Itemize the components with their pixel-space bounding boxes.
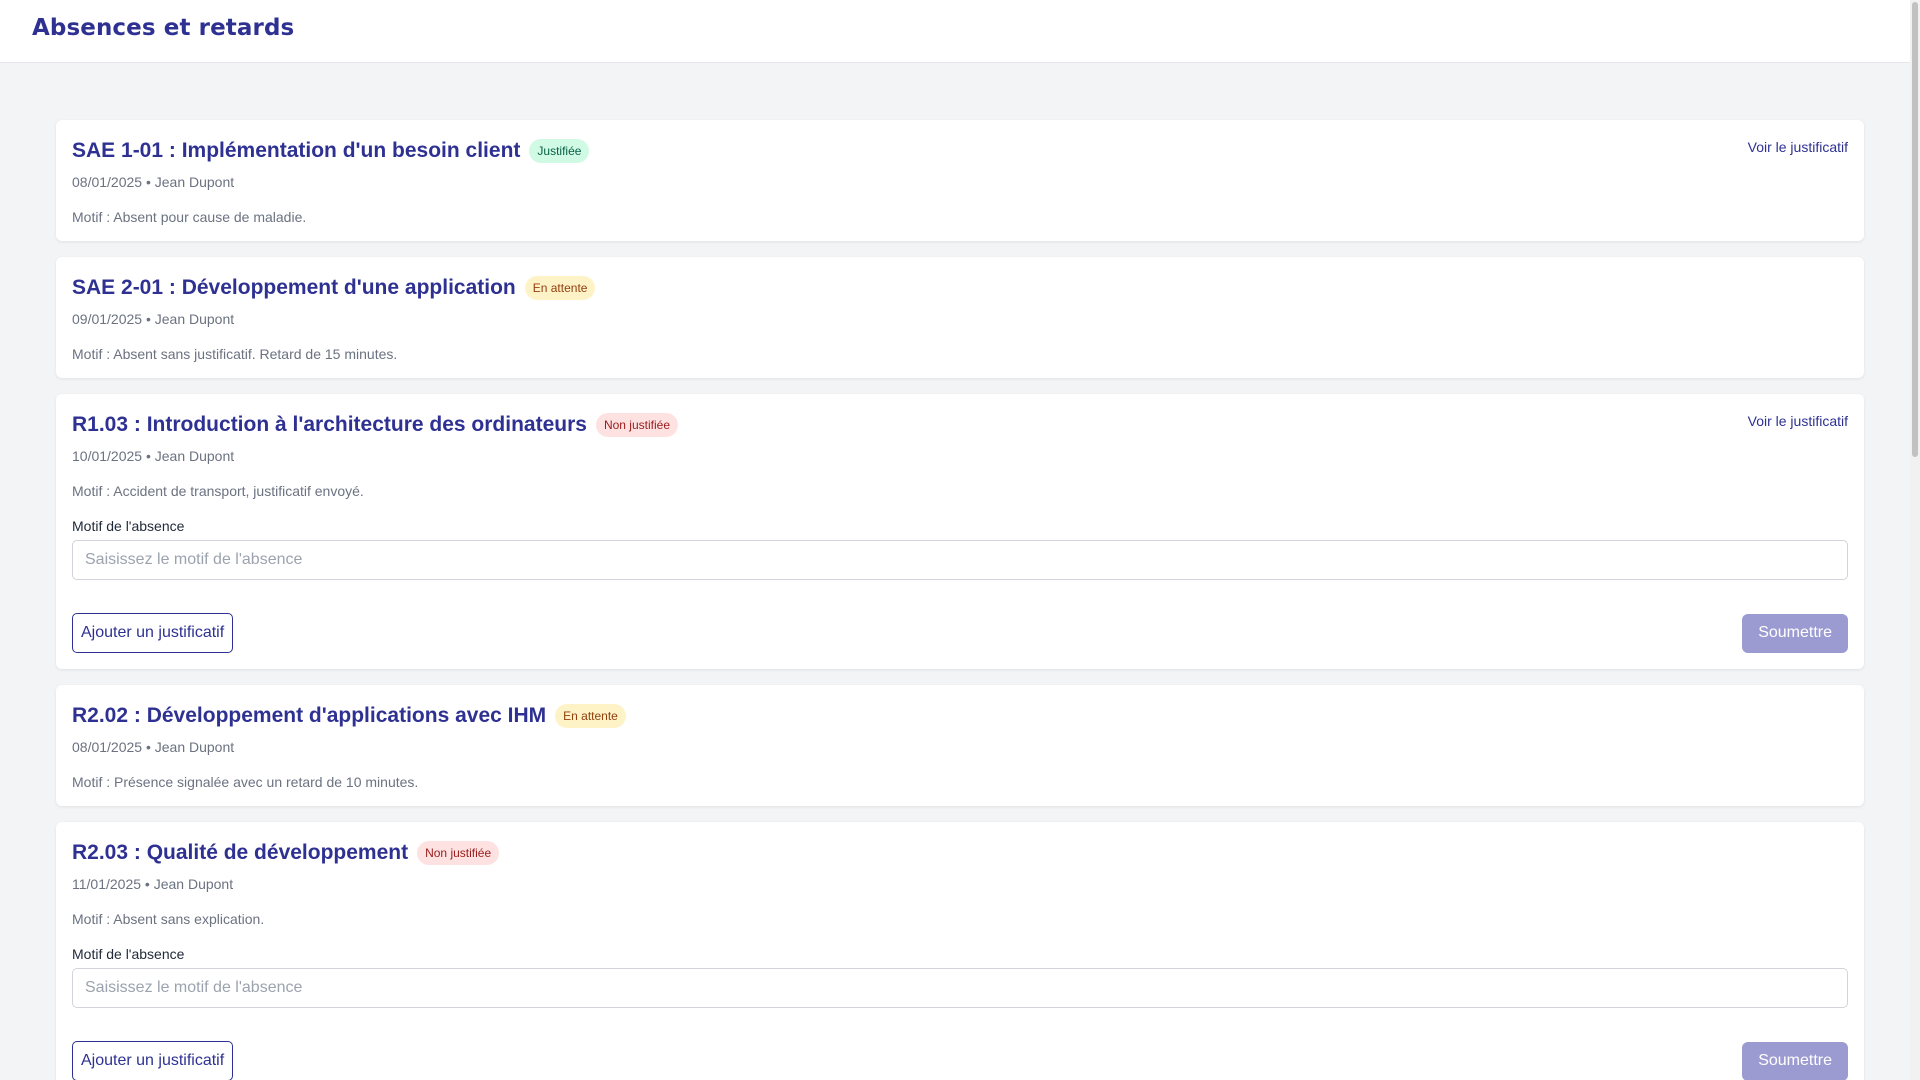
absence-card: R1.03 : Introduction à l'architecture de… xyxy=(56,394,1864,669)
card-header: R1.03 : Introduction à l'architecture de… xyxy=(72,410,1848,440)
status-badge: En attente xyxy=(555,704,626,728)
date-author: 09/01/2025 • Jean Dupont xyxy=(72,311,235,327)
course-title: SAE 2-01 : Développement d'une applicati… xyxy=(72,276,516,299)
motif-text: Motif : Absent sans justificatif. Retard… xyxy=(72,346,398,362)
view-justificatif-link[interactable]: Voir le justificatif xyxy=(1748,139,1848,155)
motif-input[interactable] xyxy=(72,540,1848,580)
date-author: 08/01/2025 • Jean Dupont xyxy=(72,739,235,755)
form-actions: Ajouter un justificatif Soumettre xyxy=(72,613,1848,653)
add-justificatif-button[interactable]: Ajouter un justificatif xyxy=(72,1041,234,1080)
status-badge: Non justifiée xyxy=(417,841,500,865)
absence-card: R2.02 : Développement d'applications ave… xyxy=(56,685,1864,806)
form-actions: Ajouter un justificatif Soumettre xyxy=(72,1041,1848,1080)
absence-card: SAE 1-01 : Implémentation d'un besoin cl… xyxy=(56,120,1864,241)
motif-text: Motif : Absent pour cause de maladie. xyxy=(72,209,307,225)
card-header: SAE 1-01 : Implémentation d'un besoin cl… xyxy=(72,136,1848,166)
absence-list: SAE 1-01 : Implémentation d'un besoin cl… xyxy=(56,120,1864,1080)
date-author: 08/01/2025 • Jean Dupont xyxy=(72,174,235,190)
absence-card: R2.03 : Qualité de développement Non jus… xyxy=(56,822,1864,1080)
motif-text: Motif : Présence signalée avec un retard… xyxy=(72,774,419,790)
view-justificatif-link[interactable]: Voir le justificatif xyxy=(1748,413,1848,429)
motif-input[interactable] xyxy=(72,968,1848,1008)
course-title: R2.03 : Qualité de développement xyxy=(72,841,409,864)
top-bar: Absences et retards xyxy=(0,0,1920,63)
vertical-scrollbar[interactable] xyxy=(1910,0,1920,1080)
course-title: R1.03 : Introduction à l'architecture de… xyxy=(72,413,587,436)
status-badge: Justifiée xyxy=(529,139,590,163)
course-title: SAE 1-01 : Implémentation d'un besoin cl… xyxy=(72,139,521,162)
add-justificatif-button[interactable]: Ajouter un justificatif xyxy=(72,613,234,653)
status-badge: En attente xyxy=(524,276,596,300)
date-author: 11/01/2025 • Jean Dupont xyxy=(72,876,234,892)
submit-button[interactable]: Soumettre xyxy=(1742,613,1848,653)
status-badge: Non justifiée xyxy=(595,413,678,437)
page-title: Absences et retards xyxy=(32,15,295,41)
motif-text: Motif : Accident de transport, justifica… xyxy=(72,483,364,499)
scrollbar-thumb[interactable] xyxy=(1912,2,1918,457)
motif-field-label: Motif de l'absence xyxy=(72,518,185,534)
course-title: R2.02 : Développement d'applications ave… xyxy=(72,704,547,727)
card-header: R2.03 : Qualité de développement Non jus… xyxy=(72,838,1848,868)
card-header: R2.02 : Développement d'applications ave… xyxy=(72,701,1848,731)
card-header: SAE 2-01 : Développement d'une applicati… xyxy=(72,273,1848,303)
motif-text: Motif : Absent sans explication. xyxy=(72,911,265,927)
motif-field-label: Motif de l'absence xyxy=(72,946,185,962)
absence-card: SAE 2-01 : Développement d'une applicati… xyxy=(56,257,1864,378)
date-author: 10/01/2025 • Jean Dupont xyxy=(72,448,235,464)
submit-button[interactable]: Soumettre xyxy=(1742,1041,1848,1080)
